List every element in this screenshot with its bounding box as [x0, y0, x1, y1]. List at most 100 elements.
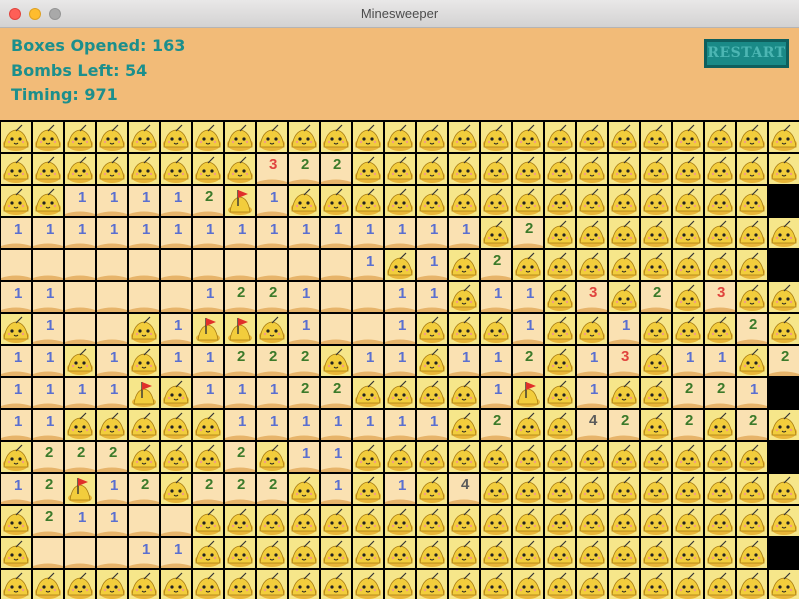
closed-tile[interactable] [673, 442, 703, 472]
closed-tile[interactable] [33, 154, 63, 184]
closed-tile[interactable] [577, 186, 607, 216]
closed-tile[interactable] [417, 538, 447, 568]
closed-tile[interactable] [577, 154, 607, 184]
closed-tile[interactable] [161, 442, 191, 472]
opened-tile[interactable]: 2 [673, 378, 703, 408]
closed-tile[interactable] [641, 250, 671, 280]
closed-tile[interactable] [289, 474, 319, 504]
opened-tile[interactable]: 2 [193, 474, 223, 504]
closed-tile[interactable] [417, 154, 447, 184]
opened-tile[interactable]: 2 [481, 410, 511, 440]
closed-tile[interactable] [353, 122, 383, 152]
opened-tile[interactable]: 1 [129, 538, 159, 568]
closed-tile[interactable] [449, 154, 479, 184]
opened-tile[interactable] [193, 250, 223, 280]
closed-tile[interactable] [353, 186, 383, 216]
opened-tile[interactable]: 1 [353, 250, 383, 280]
opened-tile[interactable]: 1 [737, 378, 767, 408]
closed-tile[interactable] [385, 186, 415, 216]
closed-tile[interactable] [737, 538, 767, 568]
opened-tile[interactable]: 1 [321, 474, 351, 504]
closed-tile[interactable] [417, 442, 447, 472]
closed-tile[interactable] [705, 122, 735, 152]
opened-tile[interactable]: 2 [225, 442, 255, 472]
closed-tile[interactable] [257, 538, 287, 568]
closed-tile[interactable] [641, 442, 671, 472]
opened-tile[interactable]: 1 [1, 282, 31, 312]
opened-tile[interactable]: 2 [33, 506, 63, 536]
closed-tile[interactable] [513, 410, 543, 440]
opened-tile[interactable] [97, 538, 127, 568]
closed-tile[interactable] [737, 282, 767, 312]
opened-tile[interactable] [353, 314, 383, 344]
flagged-tile[interactable] [225, 186, 255, 216]
closed-tile[interactable] [673, 282, 703, 312]
opened-tile[interactable]: 1 [257, 378, 287, 408]
opened-tile[interactable] [161, 506, 191, 536]
closed-tile[interactable] [193, 154, 223, 184]
closed-tile[interactable] [513, 442, 543, 472]
opened-tile[interactable]: 1 [97, 474, 127, 504]
closed-tile[interactable] [609, 186, 639, 216]
closed-tile[interactable] [641, 410, 671, 440]
closed-tile[interactable] [641, 314, 671, 344]
opened-tile[interactable]: 1 [225, 378, 255, 408]
opened-tile[interactable] [129, 506, 159, 536]
closed-tile[interactable] [609, 378, 639, 408]
opened-tile[interactable]: 1 [129, 218, 159, 248]
opened-tile[interactable]: 1 [513, 282, 543, 312]
closed-tile[interactable] [545, 218, 575, 248]
closed-tile[interactable] [737, 474, 767, 504]
closed-tile[interactable] [289, 538, 319, 568]
opened-tile[interactable]: 2 [97, 442, 127, 472]
closed-tile[interactable] [353, 538, 383, 568]
closed-tile[interactable] [385, 538, 415, 568]
closed-tile[interactable] [97, 410, 127, 440]
closed-tile[interactable] [257, 122, 287, 152]
opened-tile[interactable]: 1 [353, 346, 383, 376]
closed-tile[interactable] [641, 570, 671, 599]
closed-tile[interactable] [673, 570, 703, 599]
closed-tile[interactable] [481, 186, 511, 216]
closed-tile[interactable] [417, 314, 447, 344]
opened-tile[interactable]: 1 [577, 378, 607, 408]
opened-tile[interactable]: 2 [289, 346, 319, 376]
closed-tile[interactable] [353, 442, 383, 472]
opened-tile[interactable] [225, 250, 255, 280]
opened-tile[interactable] [65, 314, 95, 344]
opened-tile[interactable]: 1 [161, 346, 191, 376]
closed-tile[interactable] [417, 346, 447, 376]
closed-tile[interactable] [449, 186, 479, 216]
opened-tile[interactable] [321, 250, 351, 280]
opened-tile[interactable]: 2 [193, 186, 223, 216]
closed-tile[interactable] [545, 314, 575, 344]
opened-tile[interactable]: 1 [289, 442, 319, 472]
closed-tile[interactable] [193, 570, 223, 599]
closed-tile[interactable] [161, 154, 191, 184]
closed-tile[interactable] [129, 314, 159, 344]
opened-tile[interactable]: 1 [193, 282, 223, 312]
opened-tile[interactable]: 3 [577, 282, 607, 312]
closed-tile[interactable] [545, 378, 575, 408]
opened-tile[interactable]: 1 [481, 346, 511, 376]
closed-tile[interactable] [321, 570, 351, 599]
opened-tile[interactable]: 1 [385, 346, 415, 376]
opened-tile[interactable]: 2 [737, 314, 767, 344]
flagged-tile[interactable] [513, 378, 543, 408]
closed-tile[interactable] [577, 218, 607, 248]
opened-tile[interactable]: 2 [225, 346, 255, 376]
closed-tile[interactable] [673, 122, 703, 152]
closed-tile[interactable] [97, 122, 127, 152]
opened-tile[interactable]: 1 [33, 314, 63, 344]
closed-tile[interactable] [705, 442, 735, 472]
closed-tile[interactable] [65, 410, 95, 440]
closed-tile[interactable] [641, 538, 671, 568]
closed-tile[interactable] [1, 314, 31, 344]
closed-tile[interactable] [257, 442, 287, 472]
closed-tile[interactable] [353, 154, 383, 184]
closed-tile[interactable] [705, 314, 735, 344]
opened-tile[interactable]: 1 [385, 410, 415, 440]
closed-tile[interactable] [449, 442, 479, 472]
opened-tile[interactable]: 1 [65, 186, 95, 216]
closed-tile[interactable] [705, 538, 735, 568]
